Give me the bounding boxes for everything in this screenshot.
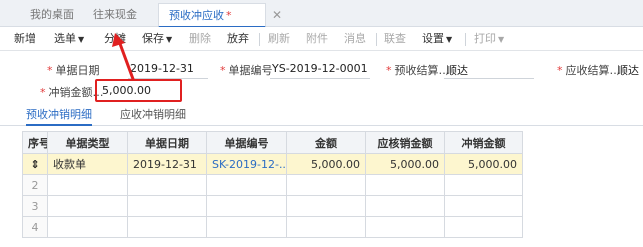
row-number: 2: [22, 174, 48, 196]
toolbar-divider: [465, 33, 466, 46]
detail-tabs: 预收冲销明细 应收冲销明细: [0, 104, 643, 126]
empty-cell[interactable]: [286, 174, 366, 196]
abandon-button[interactable]: 放弃: [227, 27, 249, 51]
cell-amount[interactable]: 5,000.00: [286, 153, 366, 175]
writeoff-amount-label: * 冲销金额…: [40, 86, 104, 99]
select-doc-button[interactable]: 选单 ▼: [54, 27, 84, 51]
close-icon: ✕: [272, 8, 283, 22]
empty-cell[interactable]: [127, 174, 207, 196]
row-number: 4: [22, 216, 48, 238]
column-header[interactable]: 金额: [286, 131, 366, 154]
close-tab-button[interactable]: ✕: [268, 3, 286, 27]
column-header[interactable]: 冲销金额: [444, 131, 523, 154]
receivable-settle-field[interactable]: 顺达: [617, 62, 639, 78]
tab-prepaid-detail[interactable]: 预收冲销明细: [26, 106, 92, 126]
table-row[interactable]: ⇕ 收款单 2019-12-31 SK-2019-12-... 5,000.00…: [22, 153, 523, 175]
table-row[interactable]: 2: [22, 174, 523, 196]
new-button[interactable]: 新增: [14, 27, 36, 51]
tab-label: 往来现金: [93, 8, 137, 21]
cell-writeoff[interactable]: 5,000.00: [444, 153, 523, 175]
doc-date-label: * 单据日期: [47, 64, 100, 77]
column-header[interactable]: 单据日期: [127, 131, 207, 154]
chevron-down-icon: ▼: [446, 35, 453, 44]
toolbar-divider: [376, 33, 377, 46]
detail-grid: 序号 单据类型 单据日期 单据编号 金额 应核销金额 冲销金额 ⇕ 收款单 20…: [22, 131, 523, 238]
prepaid-settle-field[interactable]: 顺达: [446, 62, 468, 78]
chevron-down-icon: ▼: [166, 35, 173, 44]
message-button[interactable]: 消息: [344, 27, 366, 51]
check-button[interactable]: 联查: [384, 27, 406, 51]
table-row[interactable]: 4: [22, 216, 523, 238]
column-header[interactable]: 序号: [22, 131, 48, 154]
empty-cell[interactable]: [206, 216, 287, 238]
column-header[interactable]: 单据编号: [206, 131, 287, 154]
row-handle[interactable]: ⇕: [22, 153, 48, 175]
settings-label: 设置: [422, 32, 444, 45]
tab-prepaid-writeoff[interactable]: 预收冲应收 *: [158, 3, 266, 28]
detail-table: 序号 单据类型 单据日期 单据编号 金额 应核销金额 冲销金额 ⇕ 收款单 20…: [22, 131, 523, 238]
cell-due-amount[interactable]: 5,000.00: [365, 153, 445, 175]
table-row[interactable]: 3: [22, 195, 523, 217]
empty-cell[interactable]: [47, 195, 128, 217]
empty-cell[interactable]: [206, 174, 287, 196]
prepaid-settle-label: * 预收结算…: [386, 64, 450, 77]
cell-type[interactable]: 收款单: [47, 153, 128, 175]
empty-cell[interactable]: [286, 195, 366, 217]
unsaved-marker: *: [226, 9, 232, 22]
table-header-row: 序号 单据类型 单据日期 单据编号 金额 应核销金额 冲销金额: [22, 131, 523, 154]
row-number: 3: [22, 195, 48, 217]
tab-cash-flow[interactable]: 往来现金: [83, 3, 147, 27]
tab-my-desktop[interactable]: 我的桌面: [20, 3, 84, 27]
row-insert-icon: ⇕: [30, 157, 40, 171]
doc-no-label: * 单据编号: [220, 64, 273, 77]
red-arrow-annotation: [112, 33, 135, 81]
chevron-down-icon: ▼: [498, 35, 505, 44]
receivable-settle-label: * 应收结算…: [557, 64, 621, 77]
empty-cell[interactable]: [444, 195, 523, 217]
tab-bar: 我的桌面 往来现金 预收冲应收 * ✕: [0, 0, 643, 28]
column-header[interactable]: 单据类型: [47, 131, 128, 154]
toolbar: 新增 选单▼ 分摊 保存▼ 删除 放弃 刷新 附件 消息 联查 设置▼ 打印▼: [0, 27, 643, 51]
save-button[interactable]: 保存 ▼: [142, 27, 172, 51]
empty-cell[interactable]: [365, 195, 445, 217]
tab-receivable-detail[interactable]: 应收冲销明细: [120, 106, 186, 126]
empty-cell[interactable]: [365, 216, 445, 238]
chevron-down-icon: ▼: [78, 35, 85, 44]
field-underline: [444, 78, 534, 79]
empty-cell[interactable]: [365, 174, 445, 196]
delete-button[interactable]: 删除: [189, 27, 211, 51]
toolbar-divider: [259, 33, 260, 46]
settings-button[interactable]: 设置 ▼: [422, 27, 452, 51]
print-label: 打印: [474, 32, 496, 45]
attachment-button[interactable]: 附件: [306, 27, 328, 51]
cell-doc-no-link[interactable]: SK-2019-12-...: [206, 153, 287, 175]
empty-cell[interactable]: [127, 195, 207, 217]
cell-date[interactable]: 2019-12-31: [127, 153, 207, 175]
empty-cell[interactable]: [444, 216, 523, 238]
field-underline: [270, 78, 370, 79]
print-button[interactable]: 打印 ▼: [474, 27, 504, 51]
empty-cell[interactable]: [444, 174, 523, 196]
tab-label: 我的桌面: [30, 8, 74, 21]
empty-cell[interactable]: [47, 174, 128, 196]
empty-cell[interactable]: [286, 216, 366, 238]
refresh-button[interactable]: 刷新: [268, 27, 290, 51]
form-row-1: * 单据日期 2019-12-31 * 单据编号 YS-2019-12-0001 *…: [0, 59, 643, 79]
column-header[interactable]: 应核销金额: [365, 131, 445, 154]
select-doc-label: 选单: [54, 32, 76, 45]
empty-cell[interactable]: [127, 216, 207, 238]
doc-no-field[interactable]: YS-2019-12-0001: [272, 62, 368, 75]
tab-label: 预收冲应收: [169, 9, 224, 22]
empty-cell[interactable]: [206, 195, 287, 217]
empty-cell[interactable]: [47, 216, 128, 238]
save-label: 保存: [142, 32, 164, 45]
